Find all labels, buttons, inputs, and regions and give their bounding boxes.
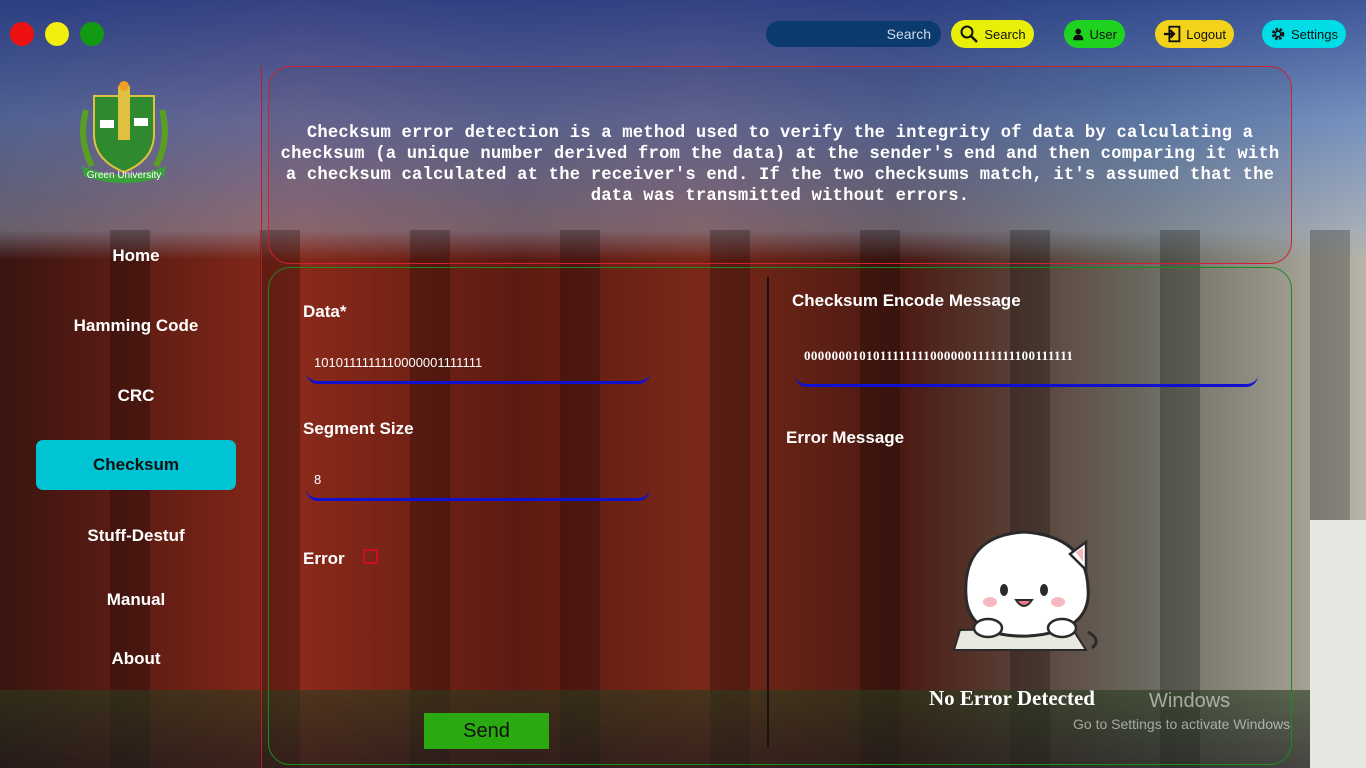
- logout-button-label: Logout: [1186, 26, 1226, 42]
- settings-button[interactable]: Settings: [1262, 20, 1346, 48]
- segment-field-wrapper: [306, 461, 650, 501]
- sidebar-item-manual[interactable]: Manual: [36, 575, 236, 625]
- search-input[interactable]: [766, 21, 941, 47]
- sidebar-item-stuff-destuf[interactable]: Stuff-Destuf: [36, 511, 236, 561]
- watermark-title: Windows: [1149, 690, 1231, 712]
- background-wall: [1310, 520, 1366, 768]
- sidebar-item-label: Manual: [106, 590, 166, 609]
- logout-button[interactable]: Logout: [1155, 20, 1234, 48]
- window-close-button[interactable]: [10, 22, 34, 46]
- error-message-label: Error Message: [786, 428, 905, 447]
- user-icon: [1073, 28, 1084, 41]
- data-input[interactable]: [306, 344, 650, 381]
- send-button-label: Send: [463, 719, 510, 742]
- sidebar-item-hamming-code[interactable]: Hamming Code: [36, 301, 236, 351]
- magnifier-icon: [960, 25, 979, 43]
- cat-mascot-image: [952, 530, 1098, 651]
- encode-message-label: Checksum Encode Message: [792, 291, 1021, 310]
- description-panel: Checksum error detection is a method use…: [268, 66, 1292, 264]
- search-box[interactable]: [766, 21, 941, 47]
- sidebar-item-label: CRC: [117, 386, 155, 405]
- form-divider: [767, 277, 769, 747]
- university-logo: Green University: [80, 81, 168, 183]
- logo-text: Green University: [87, 170, 161, 181]
- data-field-wrapper: [306, 344, 650, 384]
- encode-message-output: 0000000101011111111000000111111110011111…: [795, 343, 1258, 387]
- sidebar-item-checksum[interactable]: Checksum: [36, 440, 236, 490]
- watermark-subtitle: Go to Settings to activate Windows: [1073, 716, 1291, 732]
- window-maximize-button[interactable]: [80, 22, 104, 46]
- search-button-label: Search: [984, 26, 1026, 42]
- window-minimize-button[interactable]: [45, 22, 69, 46]
- sidebar-item-home[interactable]: Home: [36, 231, 236, 281]
- logout-icon: [1163, 25, 1181, 43]
- error-checkbox[interactable]: [363, 549, 378, 564]
- user-button-label: User: [1089, 26, 1117, 42]
- activate-windows-watermark: Windows Go to Settings to activate Windo…: [1073, 690, 1290, 732]
- sidebar-divider: [261, 66, 262, 768]
- error-label: Error: [303, 549, 345, 568]
- user-button[interactable]: User: [1064, 20, 1125, 48]
- description-text: Checksum error detection is a method use…: [280, 124, 1280, 206]
- search-button[interactable]: Search: [951, 20, 1034, 48]
- send-button[interactable]: Send: [424, 713, 549, 749]
- sidebar-item-label: Checksum: [93, 455, 179, 474]
- sidebar-item-crc[interactable]: CRC: [36, 371, 236, 421]
- sidebar-item-label: About: [111, 649, 161, 668]
- sidebar-item-label: Hamming Code: [73, 316, 199, 335]
- segment-size-label: Segment Size: [303, 419, 414, 438]
- data-label: Data*: [303, 302, 347, 321]
- sidebar-item-label: Home: [112, 246, 160, 265]
- sidebar-item-about[interactable]: About: [36, 634, 236, 684]
- settings-button-label: Settings: [1291, 26, 1338, 42]
- segment-size-input[interactable]: [306, 461, 650, 498]
- gear-icon: [1271, 27, 1285, 41]
- error-result-text: No Error Detected: [929, 686, 1095, 710]
- sidebar-item-label: Stuff-Destuf: [87, 526, 185, 545]
